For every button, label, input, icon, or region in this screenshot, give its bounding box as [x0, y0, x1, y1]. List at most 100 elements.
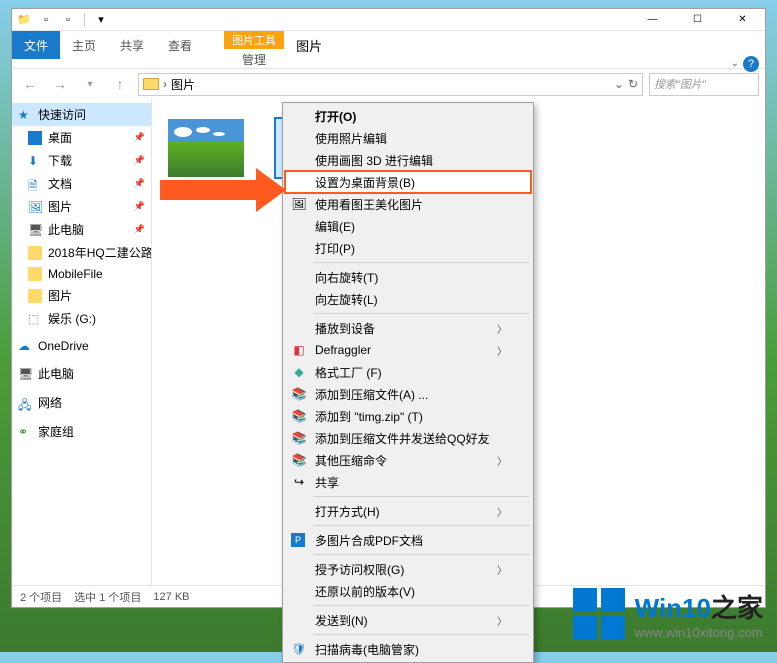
sidebar-item-drive[interactable]: ⬚娱乐 (G:): [12, 307, 151, 330]
menu-format-factory[interactable]: ◆格式工厂 (F): [285, 361, 531, 383]
sidebar-item-folder[interactable]: MobileFile: [12, 264, 151, 284]
menu-grant-access[interactable]: 授予访问权限(G)〉: [285, 558, 531, 580]
minimize-button[interactable]: —: [630, 9, 675, 31]
pin-icon: 📌: [134, 224, 145, 235]
menu-zip-timg[interactable]: 📚添加到 "timg.zip" (T): [285, 405, 531, 427]
app-icon: P: [291, 533, 305, 547]
nav-pane: ★快速访问 桌面📌 ⬇下载📌 🗎文档📌 🖼图片📌 🖥此电脑📌 2018年HQ二建…: [12, 99, 152, 585]
pin-icon: 📌: [134, 178, 145, 189]
windows-logo-icon: [573, 588, 625, 640]
address-bar[interactable]: › 图片 ⌄ ↻: [138, 73, 643, 96]
menu-edit[interactable]: 编辑(E): [285, 215, 531, 237]
folder-icon: [28, 246, 42, 260]
maximize-button[interactable]: ☐: [675, 9, 720, 31]
sidebar-network[interactable]: 🖧网络: [12, 391, 151, 414]
folder-icon: 📁: [16, 12, 32, 28]
tab-home[interactable]: 主页: [60, 31, 108, 59]
archive-icon: 📚: [291, 430, 307, 446]
pc-icon: 🖥: [18, 367, 32, 381]
menu-rotate-right[interactable]: 向右旋转(T): [285, 266, 531, 288]
menu-open-with[interactable]: 打开方式(H)〉: [285, 500, 531, 522]
qat-dropdown[interactable]: ▾: [93, 12, 109, 28]
tab-view[interactable]: 查看: [156, 31, 204, 59]
menu-photo-edit[interactable]: 使用照片编辑: [285, 127, 531, 149]
qat-item[interactable]: ▫: [38, 12, 54, 28]
menu-print[interactable]: 打印(P): [285, 237, 531, 259]
nav-up-button[interactable]: ↑: [108, 72, 132, 96]
drive-icon: ⬚: [28, 312, 42, 326]
close-button[interactable]: ✕: [720, 9, 765, 31]
address-bar-row: ← → ▾ ↑ › 图片 ⌄ ↻ 搜索"图片": [12, 69, 765, 99]
sidebar-item-folder[interactable]: 图片: [12, 284, 151, 307]
download-icon: ⬇: [28, 154, 42, 168]
pc-icon: 🖥: [28, 223, 42, 237]
pin-icon: 📌: [134, 155, 145, 166]
chevron-right-icon: 〉: [497, 562, 507, 577]
folder-icon: [28, 267, 42, 281]
menu-open[interactable]: 打开(O): [285, 105, 531, 127]
app-icon: 🖼: [291, 196, 307, 212]
sidebar-item-documents[interactable]: 🗎文档📌: [12, 172, 151, 195]
menu-rotate-left[interactable]: 向左旋转(L): [285, 288, 531, 310]
menu-separator: [313, 605, 529, 606]
archive-icon: 📚: [291, 452, 307, 468]
pictures-icon: 🖼: [28, 200, 42, 214]
archive-icon: 📚: [291, 408, 307, 424]
sidebar-homegroup[interactable]: ⚭家庭组: [12, 420, 151, 443]
sidebar-thispc[interactable]: 🖥此电脑: [12, 362, 151, 385]
menu-separator: [313, 554, 529, 555]
star-icon: ★: [18, 108, 32, 122]
watermark-url: www.win10xitong.com: [635, 625, 763, 640]
contextual-tab-label: 图片工具: [224, 31, 284, 49]
search-input[interactable]: 搜索"图片": [649, 73, 759, 96]
menu-cast[interactable]: 播放到设备〉: [285, 317, 531, 339]
menu-paint3d[interactable]: 使用画图 3D 进行编辑: [285, 149, 531, 171]
folder-icon: [28, 289, 42, 303]
breadcrumb-item[interactable]: 图片: [171, 76, 195, 93]
menu-send-to[interactable]: 发送到(N)〉: [285, 609, 531, 631]
share-icon: ↪: [291, 474, 307, 490]
app-icon: ◆: [291, 364, 307, 380]
menu-defraggler[interactable]: ◧Defraggler〉: [285, 339, 531, 361]
menu-separator: [313, 262, 529, 263]
menu-pdf[interactable]: P多图片合成PDF文档: [285, 529, 531, 551]
context-menu: 打开(O) 使用照片编辑 使用画图 3D 进行编辑 设置为桌面背景(B) 🖼使用…: [282, 102, 534, 663]
contextual-tab-group: 图片工具 管理: [224, 31, 284, 59]
menu-share[interactable]: ↪共享: [285, 471, 531, 493]
archive-icon: 📚: [291, 386, 307, 402]
nav-forward-button[interactable]: →: [48, 72, 72, 96]
sidebar-item-desktop[interactable]: 桌面📌: [12, 126, 151, 149]
onedrive-icon: ☁: [18, 339, 32, 353]
status-item-count: 2 个项目: [20, 589, 62, 605]
nav-recent-button[interactable]: ▾: [78, 72, 102, 96]
sidebar-item-pictures[interactable]: 🖼图片📌: [12, 195, 151, 218]
ribbon-expand-icon[interactable]: ⌄: [731, 58, 739, 69]
chevron-right-icon: 〉: [497, 321, 507, 336]
tab-file[interactable]: 文件: [12, 31, 60, 59]
watermark-title: Win10之家: [635, 588, 763, 625]
menu-kantu[interactable]: 🖼使用看图王美化图片: [285, 193, 531, 215]
nav-back-button[interactable]: ←: [18, 72, 42, 96]
qat-item[interactable]: ▫: [60, 12, 76, 28]
menu-zip-other[interactable]: 📚其他压缩命令〉: [285, 449, 531, 471]
sidebar-onedrive[interactable]: ☁OneDrive: [12, 336, 151, 356]
sidebar-item-folder[interactable]: 2018年HQ二建公路: [12, 241, 151, 264]
chevron-right-icon: 〉: [497, 504, 507, 519]
app-icon: 🛡: [291, 641, 307, 657]
tab-share[interactable]: 共享: [108, 31, 156, 59]
menu-separator: [313, 313, 529, 314]
app-icon: ◧: [291, 342, 307, 358]
address-dropdown-icon[interactable]: ⌄: [614, 77, 624, 91]
menu-set-wallpaper[interactable]: 设置为桌面背景(B): [285, 171, 531, 193]
sidebar-item-thispc[interactable]: 🖥此电脑📌: [12, 218, 151, 241]
menu-scan-virus[interactable]: 🛡扫描病毒(电脑管家): [285, 638, 531, 660]
pin-icon: 📌: [134, 132, 145, 143]
ribbon-tabs: 文件 主页 共享 查看 图片工具 管理 图片: [12, 31, 765, 59]
sidebar-quick-access[interactable]: ★快速访问: [12, 103, 151, 126]
menu-zip-qq[interactable]: 📚添加到压缩文件并发送给QQ好友: [285, 427, 531, 449]
menu-zip-a[interactable]: 📚添加到压缩文件(A) ...: [285, 383, 531, 405]
refresh-icon[interactable]: ↻: [628, 77, 638, 91]
sidebar-item-downloads[interactable]: ⬇下载📌: [12, 149, 151, 172]
menu-restore-version[interactable]: 还原以前的版本(V): [285, 580, 531, 602]
watermark: Win10之家 www.win10xitong.com: [573, 588, 763, 640]
